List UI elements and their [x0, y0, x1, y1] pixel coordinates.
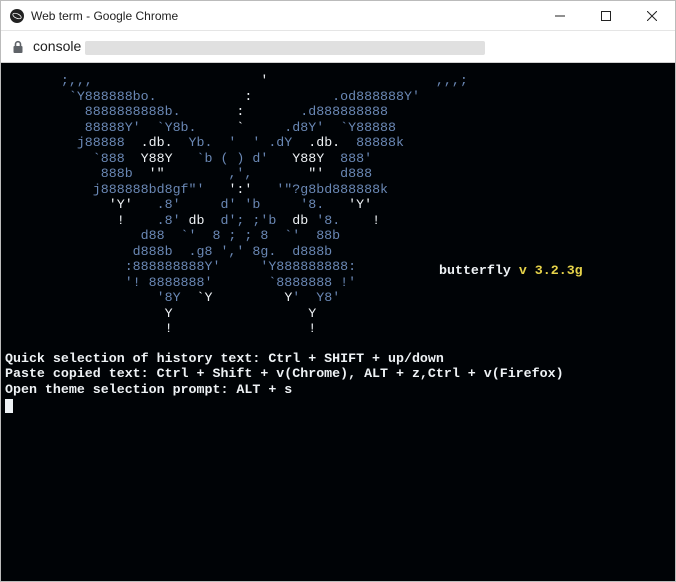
help-line: Quick selection of history text: Ctrl + …: [5, 351, 671, 367]
ascii-art: ;,,, ' ,,,; `Y888888bo. : .od888888Y' 88…: [5, 73, 671, 337]
help-line: Paste copied text: Ctrl + Shift + v(Chro…: [5, 366, 671, 382]
lock-icon: [11, 40, 25, 54]
browser-window: Web term - Google Chrome console ;,,, ': [0, 0, 676, 582]
close-button[interactable]: [629, 1, 675, 30]
window-controls: [537, 1, 675, 30]
minimize-icon: [555, 11, 565, 21]
titlebar: Web term - Google Chrome: [1, 1, 675, 31]
app-branding: butterfly v 3.2.3g: [439, 263, 583, 279]
terminal-cursor: [5, 399, 13, 413]
help-line: Open theme selection prompt: ALT + s: [5, 382, 671, 398]
address-bar[interactable]: console: [1, 31, 675, 63]
url-host: console: [33, 38, 81, 54]
close-icon: [647, 11, 657, 21]
app-name: butterfly: [439, 263, 511, 278]
help-text: Quick selection of history text: Ctrl + …: [5, 351, 671, 398]
url-redacted: [85, 41, 485, 55]
minimize-button[interactable]: [537, 1, 583, 30]
terminal-viewport[interactable]: ;,,, ' ,,,; `Y888888bo. : .od888888Y' 88…: [1, 63, 675, 581]
version-number: 3.2.3g: [535, 263, 583, 278]
window-title: Web term - Google Chrome: [31, 9, 537, 23]
url-text: console: [33, 38, 485, 54]
app-favicon: [9, 8, 25, 24]
maximize-button[interactable]: [583, 1, 629, 30]
maximize-icon: [601, 11, 611, 21]
version-prefix: v: [519, 263, 527, 278]
